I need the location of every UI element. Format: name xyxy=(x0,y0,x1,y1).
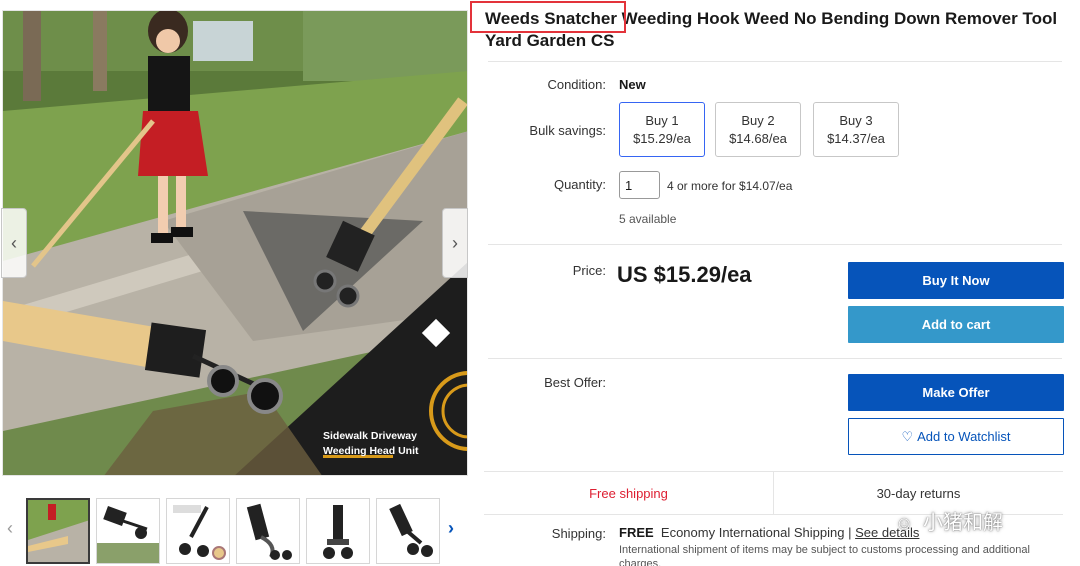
quantity-input[interactable] xyxy=(619,171,660,199)
thumbnail-image xyxy=(167,499,229,563)
free-shipping-badge: Free shipping xyxy=(589,485,668,501)
bulk-option-price: $15.29/ea xyxy=(633,131,691,146)
condition-label: Condition: xyxy=(547,77,606,92)
bulk-option-price: $14.68/ea xyxy=(729,131,787,146)
product-photo xyxy=(3,11,467,475)
bulk-option-qty: Buy 1 xyxy=(645,113,679,128)
shipping-free: FREE xyxy=(619,525,654,540)
divider xyxy=(488,61,1062,62)
main-product-image[interactable]: Sidewalk Driveway Weeding Head Unit xyxy=(2,10,468,476)
wechat-icon: ☺ xyxy=(895,513,914,533)
thumbnail[interactable] xyxy=(166,498,230,564)
shipping-method: Economy International Shipping | xyxy=(660,525,852,540)
buy-it-now-button[interactable]: Buy It Now xyxy=(848,262,1064,299)
thumb-next-button[interactable]: › xyxy=(448,518,454,539)
bulk-option-qty: Buy 2 xyxy=(741,113,775,128)
image-next-button[interactable]: › xyxy=(442,208,468,278)
price-label: Price: xyxy=(572,263,606,278)
chevron-left-icon: ‹ xyxy=(11,232,17,253)
best-offer-label: Best Offer: xyxy=(544,375,606,390)
bulk-option-buy-1[interactable]: Buy 1 $15.29/ea xyxy=(619,102,705,157)
thumbnail-image xyxy=(97,499,159,563)
bulk-savings-label: Bulk savings: xyxy=(529,123,606,138)
watermark: ☺ 小猪和解 xyxy=(895,506,1003,535)
thumbnail-image xyxy=(237,499,299,563)
thumbnail[interactable] xyxy=(236,498,300,564)
price-value: US $15.29/ea xyxy=(617,262,752,287)
shipping-customs-note: International shipment of items may be s… xyxy=(619,544,1030,566)
watchlist-label: Add to Watchlist xyxy=(917,429,1011,444)
image-prev-button[interactable]: ‹ xyxy=(1,208,27,278)
divider xyxy=(488,244,1062,245)
promo-caption: Sidewalk Driveway Weeding Head Unit xyxy=(323,429,433,459)
promo-line-1: Sidewalk Driveway xyxy=(323,430,417,442)
chevron-right-icon: › xyxy=(452,232,458,253)
product-title: Weeds Snatcher Weeding Hook Weed No Bend… xyxy=(485,9,1058,50)
shipping-label: Shipping: xyxy=(551,526,606,541)
bulk-option-buy-3[interactable]: Buy 3 $14.37/ea xyxy=(813,102,899,157)
quantity-label: Quantity: xyxy=(553,177,606,192)
promo-line-2: Weeding Head Unit xyxy=(323,445,419,457)
bulk-option-qty: Buy 3 xyxy=(839,113,873,128)
thumbnail[interactable] xyxy=(26,498,90,564)
bulk-option-price: $14.37/ea xyxy=(827,131,885,146)
divider xyxy=(488,358,1062,359)
condition-value: New xyxy=(619,77,646,92)
image-gallery: Sidewalk Driveway Weeding Head Unit ‹ › … xyxy=(0,0,470,566)
thumbnail-strip: ‹ › xyxy=(0,496,470,566)
thumbnail-image xyxy=(377,499,439,563)
quantity-discount-note: 4 or more for $14.07/ea xyxy=(667,179,793,193)
shipping-value: FREE Economy International Shipping | Se… xyxy=(619,525,919,540)
thumbnail[interactable] xyxy=(96,498,160,564)
heart-icon: ♡ xyxy=(901,428,914,444)
thumbnail-image xyxy=(307,499,369,563)
thumbnail-image xyxy=(28,500,88,562)
bulk-option-buy-2[interactable]: Buy 2 $14.68/ea xyxy=(715,102,801,157)
thumbnail[interactable] xyxy=(306,498,370,564)
available-count: 5 available xyxy=(619,212,677,226)
make-offer-button[interactable]: Make Offer xyxy=(848,374,1064,411)
add-to-cart-button[interactable]: Add to cart xyxy=(848,306,1064,343)
thumbnail[interactable] xyxy=(376,498,440,564)
add-to-watchlist-button[interactable]: ♡ Add to Watchlist xyxy=(848,418,1064,455)
watermark-text: 小猪和解 xyxy=(922,512,1003,534)
thumb-prev-button[interactable]: ‹ xyxy=(7,518,13,539)
